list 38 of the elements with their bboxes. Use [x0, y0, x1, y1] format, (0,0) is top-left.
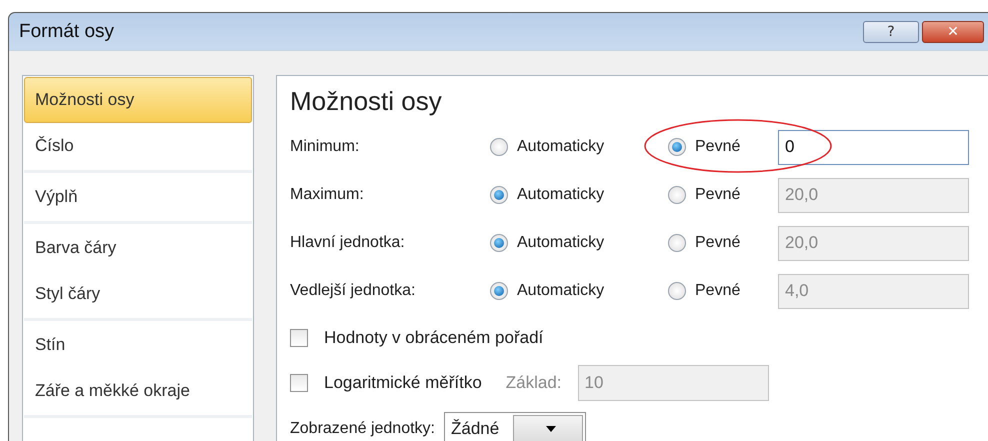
field-label: Zobrazené jednotky: [290, 420, 435, 438]
radio-button[interactable] [668, 282, 686, 300]
radio-label: Automaticky [517, 234, 604, 252]
window-title: Formát osy [19, 20, 116, 42]
field-label: Hlavní jednotka: [290, 234, 406, 252]
radio-label: Pevné [695, 186, 740, 204]
field-label: Minimum: [290, 138, 360, 156]
radio-button[interactable] [490, 234, 508, 252]
radio-button[interactable] [668, 186, 686, 204]
checkbox-label: Hodnoty v obráceném pořadí [324, 328, 544, 348]
section-heading: Možnosti osy [290, 86, 443, 117]
category-item[interactable]: Možnosti osy [24, 77, 252, 123]
field-label: Základ: [506, 372, 562, 392]
radio-button[interactable] [490, 138, 508, 156]
radio-label: Pevné [695, 282, 740, 300]
units-dropdown[interactable]: Žádné [444, 412, 586, 441]
radio-label: Automaticky [517, 186, 604, 204]
category-item[interactable]: Stín [24, 322, 252, 368]
checkbox[interactable] [290, 328, 308, 346]
radio-label: Pevné [695, 138, 740, 156]
category-item[interactable]: Výplň [24, 174, 252, 220]
category-item[interactable]: Číslo [24, 123, 252, 169]
radio-button[interactable] [668, 138, 686, 156]
radio-label: Automaticky [517, 282, 604, 300]
radio-label: Pevné [695, 234, 740, 252]
category-item[interactable]: Barva čáry [24, 225, 252, 271]
checkbox-label: Logaritmické měřítko [324, 372, 482, 392]
field-label: Maximum: [290, 186, 365, 204]
radio-button[interactable] [490, 186, 508, 204]
radio-button[interactable] [490, 282, 508, 300]
input-field[interactable]: 0 [778, 130, 969, 164]
radio-button[interactable] [668, 234, 686, 252]
category-item[interactable]: Styl čáry [24, 271, 252, 317]
radio-label: Automaticky [517, 138, 604, 156]
category-item[interactable]: Záře a měkké okraje [24, 368, 252, 414]
field-label: Vedlejší jednotka: [290, 282, 416, 300]
checkbox[interactable] [290, 374, 308, 392]
help-button[interactable]: ? [863, 20, 919, 42]
